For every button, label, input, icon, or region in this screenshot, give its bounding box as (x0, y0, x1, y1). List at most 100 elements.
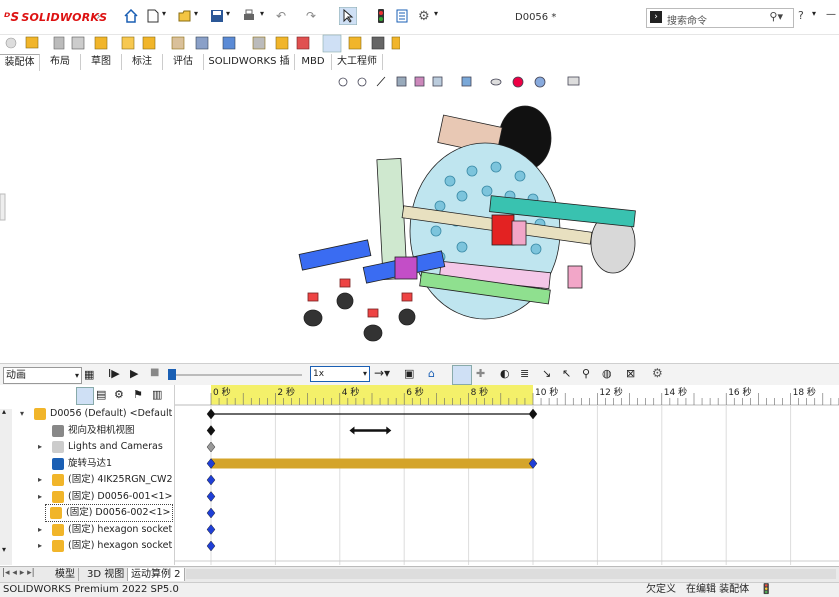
camera-icon (371, 36, 385, 50)
gravity-icon[interactable]: ◍ (602, 367, 612, 380)
results-plots-icon[interactable]: ⊠ (626, 367, 635, 380)
tab-markup[interactable]: 标注 (122, 54, 163, 70)
traffic-light-icon[interactable] (374, 9, 388, 23)
dropdown-arrow-icon[interactable]: ▾ (812, 9, 826, 23)
tab-mbd[interactable]: MBD (295, 54, 332, 70)
rebuild-light-icon[interactable]: 🚦 (760, 583, 772, 597)
search-icon[interactable]: ⚲▾ (769, 10, 783, 23)
assembly-tools-icons[interactable] (0, 34, 401, 54)
study-type-select[interactable]: 动画 ▾ (3, 367, 82, 384)
horizontal-scrollbar[interactable] (186, 569, 836, 579)
motion-study-toolbar: 动画 ▾ ▦ I▶ ▶ ■ 1x ▾ →▾ ▣ ⌂ ✚ ◐ ≣ ↘ ↖ ⚲ ◍ ⊠ … (0, 363, 839, 386)
tab-layout[interactable]: 布局 (40, 54, 81, 70)
tree-row[interactable]: ▸ (固定) D0056-001<1> (D (0, 489, 172, 505)
autokey-icon[interactable] (452, 365, 472, 385)
filter-results-icon[interactable]: ▥ (152, 388, 162, 401)
bill-of-materials-icon (252, 36, 266, 50)
playback-slider-track[interactable] (172, 374, 302, 376)
tab-big-engineer[interactable]: 大工程师 (332, 54, 383, 70)
dropdown-arrow-icon[interactable]: ▾ (434, 9, 448, 23)
assembly-features-icon (171, 36, 185, 50)
key-point (206, 474, 216, 486)
expand-toggle-icon[interactable]: ▸ (38, 439, 42, 455)
tree-row-label: Lights and Cameras (68, 441, 163, 452)
calculate-icon[interactable]: ▦ (84, 368, 94, 381)
print-icon[interactable] (242, 9, 256, 23)
ruler-tick-label: 18 秒 (793, 386, 816, 398)
gear-icon[interactable]: ⚙ (418, 9, 432, 24)
tree-row[interactable]: ▾ D0056 (Default) <Default_Dis (0, 406, 172, 422)
graphics-area[interactable] (0, 71, 839, 361)
tree-row[interactable]: ▸ Lights and Cameras (0, 439, 172, 455)
tree-row[interactable]: ▸(固定) D0056-002<1> (D (45, 504, 173, 522)
select-pointer-icon[interactable] (339, 7, 357, 25)
tab-3d-views[interactable]: 3D 视图 (84, 568, 129, 581)
play-icon[interactable]: ▶ (130, 367, 138, 380)
display-style-icon (461, 76, 472, 87)
force-icon[interactable]: ↖ (562, 367, 571, 380)
study-properties-gear-icon[interactable]: ⚙ (652, 366, 663, 380)
part-icon (52, 474, 64, 486)
home-icon[interactable] (124, 9, 138, 23)
tab-model[interactable]: 模型 (52, 568, 79, 581)
redo-icon[interactable]: ↷ (306, 9, 320, 23)
motor-timebar (211, 458, 533, 469)
add-key-icon[interactable]: ✚ (476, 367, 485, 380)
part-icon (52, 523, 64, 536)
timeline-canvas[interactable]: 0 秒 2 秒 4 秒 6 秒 8 秒 10 秒 12 秒 14 秒 16 秒 18 秒 (175, 385, 839, 565)
tab-assembly[interactable]: 装配体 (0, 54, 40, 71)
save-icon[interactable] (210, 9, 224, 23)
tree-row[interactable]: 视向及相机视图 (0, 423, 172, 439)
playback-slider-thumb[interactable] (168, 369, 176, 380)
tree-row[interactable]: ▸ (固定) 4IK25RGN_CW2E1 (0, 472, 172, 488)
camera-view-icon (52, 424, 64, 437)
tree-row[interactable]: ▸ (固定) hexagon socket he (0, 538, 172, 554)
instant3d-icon (296, 36, 310, 50)
expand-toggle-icon[interactable]: ▸ (38, 489, 42, 505)
open-folder-icon[interactable] (178, 9, 192, 23)
comment-icon (5, 37, 17, 49)
assembly-icon (34, 408, 46, 420)
solidworks-logo[interactable]: ᴰS SOLIDWORKS (4, 10, 107, 24)
playback-speed-select[interactable]: 1x ▾ (310, 366, 370, 382)
playback-mode-icon[interactable]: →▾ (374, 366, 390, 380)
tab-solidworks-addins[interactable]: SOLIDWORKS 插件 (204, 54, 295, 83)
undo-icon[interactable]: ↶ (276, 9, 290, 23)
filter-animated-icon[interactable]: ▤ (96, 388, 106, 401)
expand-toggle-icon[interactable]: ▸ (38, 472, 42, 488)
spring-icon[interactable]: ≣ (520, 367, 529, 380)
ds-logo-icon: ᴰS (4, 10, 20, 24)
command-toolbar (0, 34, 839, 54)
filter-driving-icon[interactable]: ⚙ (114, 388, 124, 401)
tree-row[interactable]: 旋转马达1 (0, 456, 172, 472)
motor-icon[interactable]: ◐ (500, 367, 510, 380)
tab-motion-study-2[interactable]: 运动算例 2 (128, 568, 185, 581)
tree-row[interactable]: ▸ (固定) hexagon socket he (0, 522, 172, 538)
search-commands-input[interactable]: › 搜索命令 ⚲▾ (646, 8, 794, 28)
save-animation-icon[interactable]: ▣ (404, 367, 414, 380)
minimize-icon[interactable]: — (826, 9, 839, 23)
timeline-area[interactable]: 0 秒 2 秒 4 秒 6 秒 8 秒 10 秒 12 秒 14 秒 16 秒 18 秒 (175, 385, 839, 565)
tab-scroll-arrows-icon[interactable]: |◂ ◂ ▸ ▸| (2, 568, 35, 578)
expand-toggle-icon[interactable]: ▸ (38, 538, 42, 554)
filter-selected-icon[interactable]: ⚑ (133, 388, 143, 401)
play-from-start-icon[interactable]: I▶ (108, 367, 120, 380)
dropdown-arrow-icon[interactable]: ▾ (260, 9, 274, 23)
help-icon[interactable]: ? (798, 9, 812, 23)
expand-toggle-icon[interactable]: ▾ (20, 406, 24, 422)
dropdown-arrow-icon[interactable]: ▾ (194, 9, 208, 23)
tab-sketch[interactable]: 草图 (81, 54, 122, 70)
new-document-icon[interactable] (146, 9, 160, 23)
file-properties-icon[interactable] (395, 9, 409, 23)
ruler-tick-label: 14 秒 (664, 386, 687, 398)
stop-icon[interactable]: ■ (150, 367, 159, 378)
animation-wizard-icon[interactable]: ⌂ (428, 367, 435, 380)
damper-icon[interactable]: ↘ (542, 367, 551, 380)
dropdown-arrow-icon[interactable]: ▾ (226, 9, 240, 23)
tab-evaluate[interactable]: 评估 (163, 54, 204, 70)
dropdown-arrow-icon[interactable]: ▾ (162, 9, 176, 23)
filter-icon[interactable] (76, 387, 94, 405)
contact-icon[interactable]: ⚲ (582, 367, 590, 380)
chevron-right-icon[interactable]: › (96, 9, 110, 23)
expand-toggle-icon[interactable]: ▸ (38, 522, 42, 538)
